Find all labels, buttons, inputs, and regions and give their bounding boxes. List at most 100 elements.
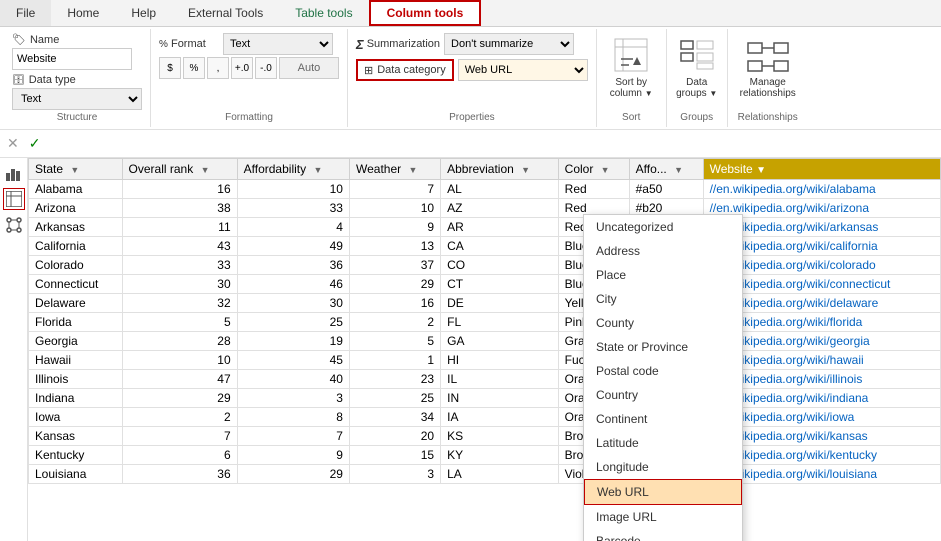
cell-color: Red <box>558 180 629 199</box>
formula-bar: ✕ ✓ <box>0 130 941 158</box>
cell-weather: 7 <box>349 180 440 199</box>
table-row: Hawaii 10 45 1 HI Fuchsia #b20 //en.wiki… <box>29 351 941 370</box>
percent-button[interactable]: % <box>183 57 205 79</box>
sidebar-icon-chart[interactable] <box>3 162 25 184</box>
table-row: Kentucky 6 9 15 KY Brown #a50 //en.wikip… <box>29 446 941 465</box>
formula-input[interactable] <box>51 137 937 151</box>
sort-group: Sort bycolumn ▼ Sort <box>597 29 667 127</box>
sidebar-icon-model[interactable] <box>3 214 25 236</box>
dropdown-item-city[interactable]: City <box>584 287 742 311</box>
data-groups-button[interactable] <box>675 33 719 77</box>
dec-dec-button[interactable]: -.0 <box>255 57 277 79</box>
col-overall-rank[interactable]: Overall rank ▼ <box>122 159 237 180</box>
dropdown-item-place[interactable]: Place <box>584 263 742 287</box>
name-field: 🏷 Name Website <box>12 33 132 70</box>
dropdown-item-continent[interactable]: Continent <box>584 407 742 431</box>
datacategory-label: Data category <box>377 64 445 76</box>
sort-group-label: Sort <box>605 110 658 123</box>
format-select[interactable]: Text General Number <box>223 33 333 55</box>
summarization-select[interactable]: Don't summarize Sum Average Min Max Coun… <box>444 33 574 55</box>
dropdown-item-longitude[interactable]: Longitude <box>584 455 742 479</box>
dropdown-item-state-or-province[interactable]: State or Province <box>584 335 742 359</box>
tab-home[interactable]: Home <box>51 0 115 26</box>
table-row: Alabama 16 10 7 AL Red #a50 //en.wikiped… <box>29 180 941 199</box>
cell-rank: 16 <box>122 180 237 199</box>
col-color[interactable]: Color ▼ <box>558 159 629 180</box>
auto-label: Auto <box>279 57 339 79</box>
datacategory-dropdown: Uncategorized Address Place City County … <box>583 214 743 541</box>
table-row: Louisiana 36 29 3 LA Violet #b20 //en.wi… <box>29 465 941 484</box>
dropdown-item-latitude[interactable]: Latitude <box>584 431 742 455</box>
dropdown-item-uncategorized[interactable]: Uncategorized <box>584 215 742 239</box>
structure-label: Structure <box>12 110 142 123</box>
cell-affo: #a50 <box>629 180 703 199</box>
tab-file[interactable]: File <box>0 0 51 26</box>
format-field-label: % Format <box>159 38 219 50</box>
dropdown-item-barcode[interactable]: Barcode <box>584 529 742 541</box>
groups-label: Groups <box>675 110 719 123</box>
tab-table-tools[interactable]: Table tools <box>279 0 368 26</box>
tab-external-tools[interactable]: External Tools <box>172 0 279 26</box>
table-row: Delaware 32 30 16 DE Yellow #b20 //en.wi… <box>29 294 941 313</box>
dropdown-item-image-url[interactable]: Image URL <box>584 505 742 529</box>
sidebar-icon-table[interactable] <box>3 188 25 210</box>
dropdown-item-web-url[interactable]: Web URL <box>584 479 742 505</box>
formula-cancel-icon[interactable]: ✕ <box>4 134 22 153</box>
tab-column-tools[interactable]: Column tools <box>369 0 482 26</box>
table-row: Kansas 7 7 20 KS Brown #a50 //en.wikiped… <box>29 427 941 446</box>
col-state[interactable]: State ▼ <box>29 159 123 180</box>
relationships-label: Relationships <box>736 110 800 123</box>
cell-abbr: AL <box>441 180 559 199</box>
col-weather[interactable]: Weather ▼ <box>349 159 440 180</box>
table-row: Illinois 47 40 23 IL Orange #b20 //en.wi… <box>29 370 941 389</box>
dropdown-item-address[interactable]: Address <box>584 239 742 263</box>
tab-help[interactable]: Help <box>115 0 172 26</box>
table-row: Florida 5 25 2 FL Pink #ffc0 //en.wikipe… <box>29 313 941 332</box>
summarization-group: Σ Summarization Don't summarize Sum Aver… <box>348 29 597 127</box>
col-affo[interactable]: Affo... ▼ <box>629 159 703 180</box>
summarization-label: Summarization <box>367 38 440 50</box>
relationships-group: Managerelationships Relationships <box>728 29 808 127</box>
col-affordability[interactable]: Affordability ▼ <box>237 159 349 180</box>
table-row: Indiana 29 3 25 IN Orange #a50 //en.wiki… <box>29 389 941 408</box>
currency-button[interactable]: $ <box>159 57 181 79</box>
dropdown-item-county[interactable]: County <box>584 311 742 335</box>
datatype-icon: 🗄 <box>12 75 25 86</box>
cell-website: //en.wikipedia.org/wiki/alabama <box>703 180 940 199</box>
name-icon: 🏷 <box>12 33 26 46</box>
table-row: Georgia 28 19 5 GA Gray #ffc0 //en.wikip… <box>29 332 941 351</box>
manage-relationships-label: Managerelationships <box>740 77 796 99</box>
datacategory-select[interactable]: Web URL Uncategorized Address Place City… <box>458 59 588 81</box>
formatting-group: % Format Text General Number $ % , +.0 -… <box>151 29 348 127</box>
dropdown-item-postal-code[interactable]: Postal code <box>584 359 742 383</box>
formatting-label: Formatting <box>159 110 339 123</box>
properties-label: Properties <box>356 110 588 123</box>
datatype-label: Data type <box>29 74 76 86</box>
table-row: Arkansas 11 4 9 AR Red #a50 //en.wikiped… <box>29 218 941 237</box>
dropdown-item-country[interactable]: Country <box>584 383 742 407</box>
manage-relationships-button[interactable] <box>746 33 790 77</box>
data-groups-label: Datagroups ▼ <box>676 77 717 99</box>
sort-by-column-button[interactable] <box>609 33 653 77</box>
comma-button[interactable]: , <box>207 57 229 79</box>
cell-state: Arizona <box>29 199 123 218</box>
col-website[interactable]: Website ▼ <box>703 159 940 180</box>
datacategory-icon: ⊞ <box>364 64 373 77</box>
formula-confirm-icon[interactable]: ✓ <box>26 134 44 153</box>
table-row: California 43 49 13 CA Blue #b20 //en.wi… <box>29 237 941 256</box>
dec-inc-button[interactable]: +.0 <box>231 57 253 79</box>
table-row: Arizona 38 33 10 AZ Red #b20 //en.wikipe… <box>29 199 941 218</box>
left-sidebar <box>0 158 28 541</box>
sort-by-column-label: Sort bycolumn ▼ <box>610 77 653 99</box>
table-row: Iowa 2 8 34 IA Orange #a50 //en.wikipedi… <box>29 408 941 427</box>
name-input[interactable]: Website <box>12 48 132 70</box>
col-abbreviation[interactable]: Abbreviation ▼ <box>441 159 559 180</box>
datatype-select[interactable]: Text Number Date/Time True/False <box>12 88 142 110</box>
datacategory-button[interactable]: ⊞ Data category <box>356 59 454 81</box>
cell-state: Alabama <box>29 180 123 199</box>
table-row: Colorado 33 36 37 CO Blue #b20 //en.wiki… <box>29 256 941 275</box>
name-label: Name <box>30 34 59 46</box>
data-table: State ▼ Overall rank ▼ Affordability ▼ W… <box>28 158 941 484</box>
table-wrapper: State ▼ Overall rank ▼ Affordability ▼ W… <box>28 158 941 541</box>
table-row: Connecticut 30 46 29 CT Blue #b20 //en.w… <box>29 275 941 294</box>
